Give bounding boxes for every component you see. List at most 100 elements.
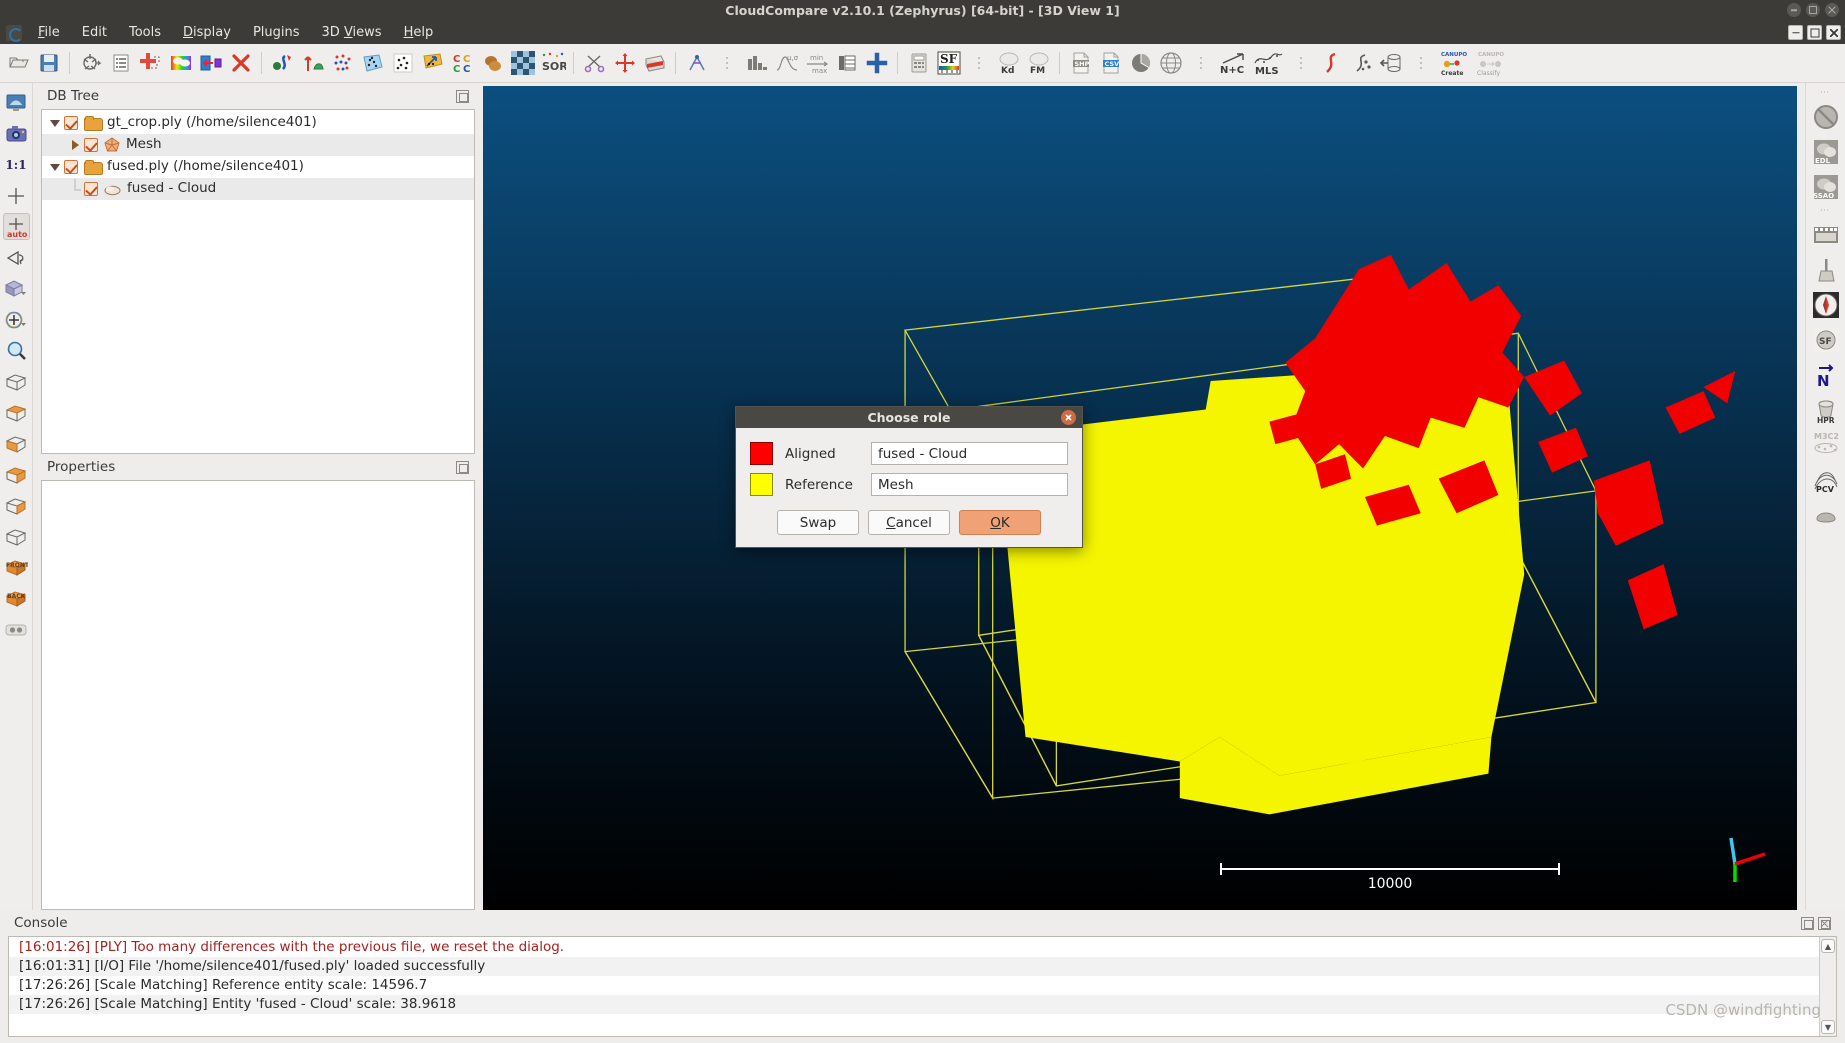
globe-icon[interactable] bbox=[1156, 49, 1185, 78]
canupo-create-icon[interactable]: CANUPO Create bbox=[1436, 49, 1472, 78]
table-row[interactable]: Mesh bbox=[42, 134, 474, 156]
console-close-button[interactable] bbox=[1818, 916, 1831, 930]
export-shp-icon[interactable]: SHP bbox=[1066, 49, 1095, 78]
sf-plugin-icon[interactable]: SF bbox=[1811, 325, 1841, 355]
histogram-icon[interactable] bbox=[742, 49, 771, 78]
view-iso1-icon[interactable] bbox=[3, 523, 30, 550]
clone-icon[interactable] bbox=[76, 49, 105, 78]
merge-icon[interactable] bbox=[136, 49, 165, 78]
surface-of-revolution-icon[interactable] bbox=[1376, 49, 1405, 78]
menu-display[interactable]: Display bbox=[172, 22, 242, 43]
scissors-icon[interactable] bbox=[580, 49, 609, 78]
mdi-restore-button[interactable] bbox=[1807, 25, 1822, 40]
reference-entity-input[interactable] bbox=[871, 473, 1068, 496]
mls-smoothing-icon[interactable]: MLS bbox=[1251, 49, 1285, 78]
expander-right-icon[interactable] bbox=[66, 140, 84, 150]
menu-edit[interactable]: Edit bbox=[71, 22, 118, 43]
curvature-icon[interactable] bbox=[1316, 49, 1345, 78]
ssao-shader-icon[interactable]: SSAO bbox=[1811, 172, 1841, 202]
add-sf-icon[interactable] bbox=[862, 49, 891, 78]
mdi-close-button[interactable] bbox=[1826, 25, 1841, 40]
pivot-rotation-icon[interactable] bbox=[3, 244, 30, 271]
screenshot-icon[interactable] bbox=[3, 120, 30, 147]
calculator-icon[interactable] bbox=[904, 49, 933, 78]
save-icon[interactable] bbox=[34, 49, 63, 78]
table-row[interactable]: gt_crop.ply (/home/silence401) bbox=[42, 112, 474, 134]
grip-handle[interactable] bbox=[1406, 49, 1435, 78]
translate-rotate-icon[interactable] bbox=[610, 49, 639, 78]
scroll-down-button[interactable]: ▼ bbox=[1821, 1020, 1835, 1034]
checkerboard-icon[interactable] bbox=[508, 49, 537, 78]
normals-to-colors-icon[interactable]: N+C bbox=[1216, 49, 1250, 78]
menu-tools[interactable]: Tools bbox=[118, 22, 172, 43]
view-default-icon[interactable] bbox=[3, 368, 30, 395]
register-icon[interactable] bbox=[268, 49, 297, 78]
open-icon[interactable] bbox=[4, 49, 33, 78]
close-icon[interactable] bbox=[1061, 410, 1076, 425]
object-perspective-icon[interactable] bbox=[3, 306, 30, 333]
view-top-icon[interactable] bbox=[3, 399, 30, 426]
canupo-classify-icon[interactable]: CANUPO Classify bbox=[1473, 49, 1509, 78]
grip-handle[interactable] bbox=[1186, 49, 1215, 78]
view-front-icon[interactable]: FRONT bbox=[3, 554, 30, 581]
qhull-icon[interactable] bbox=[1811, 500, 1841, 530]
visibility-checkbox[interactable] bbox=[84, 182, 98, 196]
visibility-checkbox[interactable] bbox=[64, 116, 78, 130]
grip-handle[interactable] bbox=[964, 49, 993, 78]
menu-plugins[interactable]: Plugins bbox=[242, 22, 311, 43]
menu-3d-views[interactable]: 3D Views bbox=[311, 22, 393, 43]
table-row[interactable]: fused.ply (/home/silence401) bbox=[42, 156, 474, 178]
subsample-icon[interactable] bbox=[328, 49, 357, 78]
window-minimize-button[interactable] bbox=[1787, 3, 1801, 17]
global-zoom-icon[interactable] bbox=[3, 182, 30, 209]
cloud-cloud-dist-icon[interactable]: CCCC bbox=[448, 49, 477, 78]
grip-handle[interactable]: ⋯ bbox=[1818, 88, 1834, 98]
segment-cloud-icon[interactable] bbox=[358, 49, 387, 78]
scroll-up-button[interactable]: ▲ bbox=[1821, 939, 1835, 953]
properties-float-button[interactable] bbox=[456, 460, 469, 474]
m3c2-icon[interactable]: M3C2 bbox=[1811, 430, 1841, 460]
align-icon[interactable] bbox=[298, 49, 327, 78]
apply-transformation-icon[interactable] bbox=[196, 49, 225, 78]
edl-shader-icon[interactable]: EDL bbox=[1811, 137, 1841, 167]
delete-icon[interactable] bbox=[226, 49, 255, 78]
view-right-icon[interactable] bbox=[3, 492, 30, 519]
ortho-perspective-icon[interactable] bbox=[3, 275, 30, 302]
view-left-icon[interactable] bbox=[3, 461, 30, 488]
choose-role-dialog[interactable]: Choose role Aligned Reference Swap Cance… bbox=[735, 406, 1083, 548]
visibility-checkbox[interactable] bbox=[64, 160, 78, 174]
pcv-icon[interactable]: PCV bbox=[1811, 465, 1841, 495]
ok-button[interactable]: OK bbox=[959, 510, 1041, 535]
no-shader-icon[interactable] bbox=[1811, 102, 1841, 132]
console-body[interactable]: [16:01:26] [PLY] Too many differences wi… bbox=[8, 936, 1837, 1037]
expander-down-icon[interactable] bbox=[46, 119, 64, 127]
compass-icon[interactable] bbox=[1811, 290, 1841, 320]
window-maximize-button[interactable] bbox=[1806, 3, 1820, 17]
compute-normals-icon[interactable] bbox=[388, 49, 417, 78]
sf-colorscale-icon[interactable]: SF bbox=[934, 49, 963, 78]
refresh-view-icon[interactable] bbox=[3, 89, 30, 116]
cancel-button[interactable]: Cancel bbox=[868, 510, 950, 535]
sf-gradient-icon[interactable] bbox=[682, 49, 711, 78]
north-arrow-icon[interactable]: N bbox=[1811, 360, 1841, 390]
export-csv-icon[interactable]: CSV bbox=[1096, 49, 1125, 78]
kd-tree-icon[interactable]: Kd bbox=[994, 49, 1023, 78]
view-back-icon[interactable]: BACK bbox=[3, 585, 30, 612]
min-max-icon[interactable]: min max bbox=[802, 49, 831, 78]
pie-icon[interactable] bbox=[1126, 49, 1155, 78]
console-float-button[interactable] bbox=[1801, 916, 1814, 930]
grip-handle[interactable] bbox=[712, 49, 741, 78]
db-tree-panel[interactable]: gt_crop.ply (/home/silence401) Mesh fuse… bbox=[41, 109, 475, 454]
mdi-minimize-button[interactable] bbox=[1788, 25, 1803, 40]
table-row[interactable]: fused - Cloud bbox=[42, 178, 474, 200]
properties-panel[interactable] bbox=[41, 480, 475, 910]
view-bottom-icon[interactable] bbox=[3, 430, 30, 457]
poisson-recon-icon[interactable] bbox=[1346, 49, 1375, 78]
broom-cleanup-icon[interactable] bbox=[1811, 255, 1841, 285]
menu-help[interactable]: Help bbox=[393, 22, 445, 43]
zoom-one-to-one-icon[interactable]: 1:1 bbox=[3, 151, 30, 178]
gaussian-filter-icon[interactable]: μ,σ bbox=[772, 49, 801, 78]
console-scrollbar[interactable]: ▲ ▼ bbox=[1819, 937, 1836, 1036]
expander-down-icon[interactable] bbox=[46, 163, 64, 171]
stereo-mode-icon[interactable] bbox=[3, 616, 30, 643]
